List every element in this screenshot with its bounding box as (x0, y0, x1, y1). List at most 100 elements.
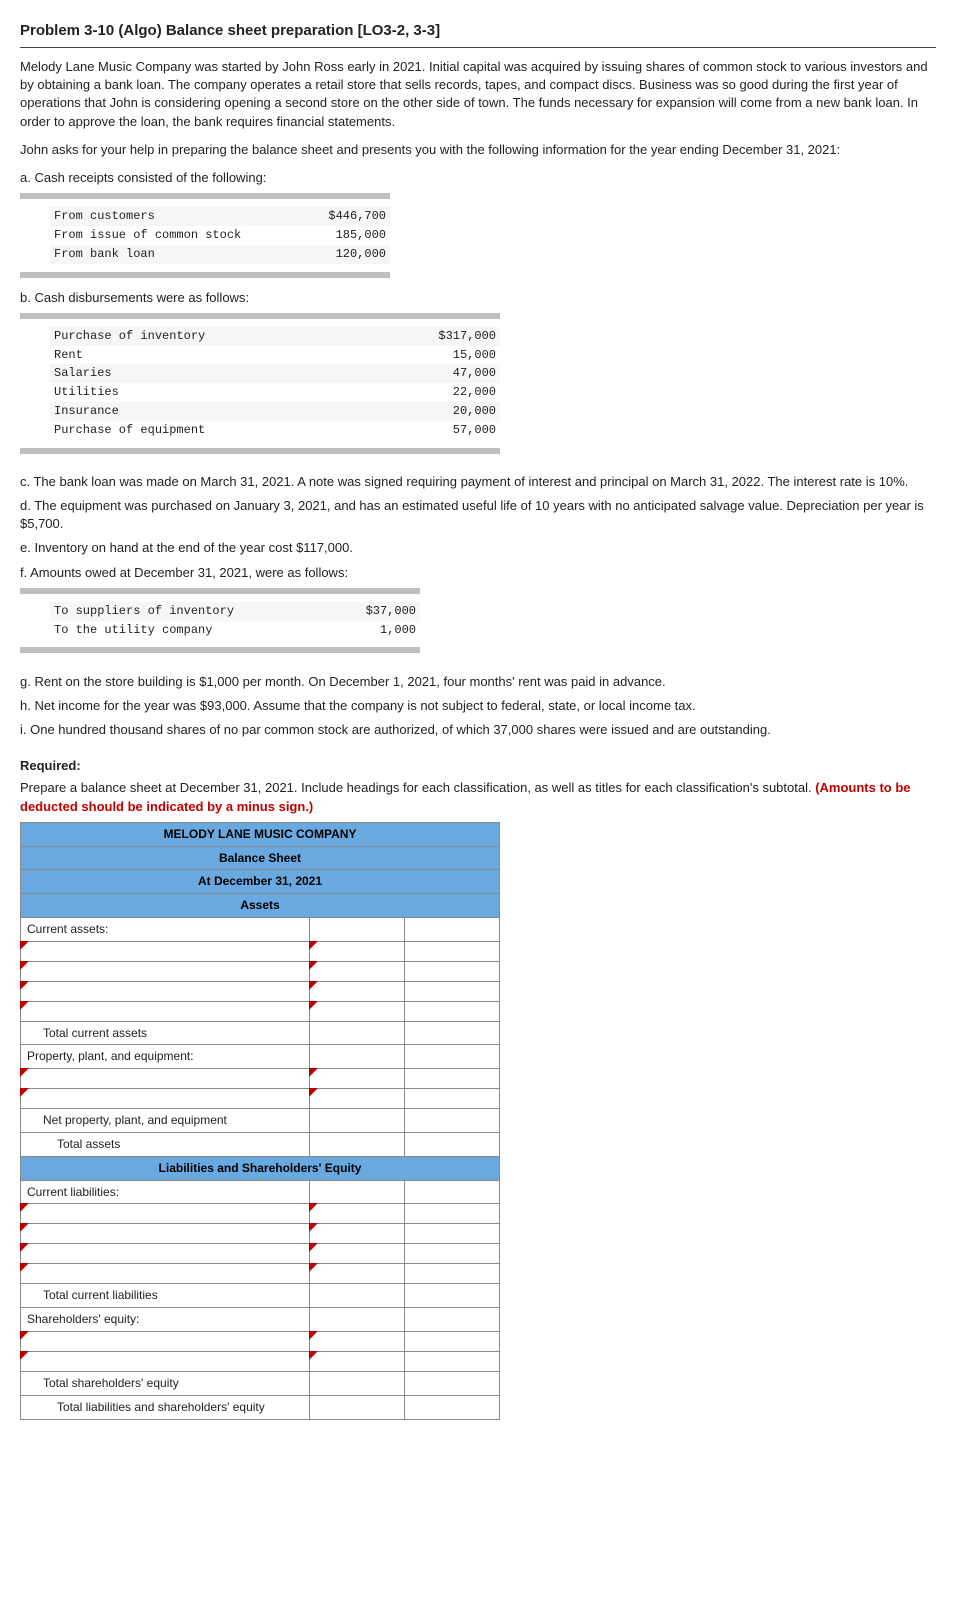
bs-total-current-liab: Total current liabilities (21, 1284, 310, 1308)
table-row-value: 22,000 (369, 383, 500, 402)
bs-input-cell[interactable] (310, 1264, 405, 1284)
bs-cell[interactable] (310, 917, 405, 941)
bs-total-current-assets: Total current assets (21, 1021, 310, 1045)
table-row-label: Salaries (50, 364, 369, 383)
item-a-intro: a. Cash receipts consisted of the follow… (20, 169, 936, 187)
bs-cell[interactable] (310, 1284, 405, 1308)
bs-cell[interactable] (405, 1021, 500, 1045)
bs-cell[interactable] (405, 941, 500, 961)
table-row-label: To suppliers of inventory (50, 602, 332, 621)
bs-date: At December 31, 2021 (21, 870, 500, 894)
table-row-label: Purchase of equipment (50, 421, 369, 440)
bs-input-cell[interactable] (21, 1352, 310, 1372)
bs-cell[interactable] (310, 1109, 405, 1133)
bs-cell[interactable] (405, 961, 500, 981)
bs-total-se: Total shareholders' equity (21, 1372, 310, 1396)
table-row-label: Purchase of inventory (50, 327, 369, 346)
bs-cell[interactable] (405, 1089, 500, 1109)
table-row-value: 47,000 (369, 364, 500, 383)
table-row-value: 120,000 (304, 245, 390, 264)
bs-cell[interactable] (405, 1224, 500, 1244)
bs-input-cell[interactable] (21, 1332, 310, 1352)
bs-cell[interactable] (405, 1372, 500, 1396)
intro-paragraph-2: John asks for your help in preparing the… (20, 141, 936, 159)
bs-cell[interactable] (405, 1284, 500, 1308)
bs-cell[interactable] (405, 1133, 500, 1157)
item-d: d. The equipment was purchased on Januar… (20, 497, 936, 533)
bs-cell[interactable] (405, 917, 500, 941)
bs-lse-heading: Liabilities and Shareholders' Equity (21, 1156, 500, 1180)
table-row-label: To the utility company (50, 621, 332, 640)
bs-input-cell[interactable] (310, 1204, 405, 1224)
required-label: Required: (20, 757, 936, 775)
bs-input-cell[interactable] (21, 1069, 310, 1089)
table-row-label: Insurance (50, 402, 369, 421)
item-h: h. Net income for the year was $93,000. … (20, 697, 936, 715)
table-row-value: 57,000 (369, 421, 500, 440)
bs-input-cell[interactable] (310, 1352, 405, 1372)
bs-input-cell[interactable] (310, 961, 405, 981)
bs-cell[interactable] (310, 1180, 405, 1204)
bs-input-cell[interactable] (310, 1001, 405, 1021)
bs-cell[interactable] (310, 1372, 405, 1396)
bs-input-cell[interactable] (21, 1001, 310, 1021)
bs-input-cell[interactable] (21, 1244, 310, 1264)
bs-net-ppe: Net property, plant, and equipment (21, 1109, 310, 1133)
bs-input-cell[interactable] (21, 961, 310, 981)
item-i: i. One hundred thousand shares of no par… (20, 721, 936, 739)
bs-se-label: Shareholders' equity: (21, 1308, 310, 1332)
table-row-value: 1,000 (332, 621, 420, 640)
table-row-label: From customers (50, 207, 304, 226)
bs-company: MELODY LANE MUSIC COMPANY (21, 822, 500, 846)
bs-input-cell[interactable] (21, 1089, 310, 1109)
bs-cell[interactable] (405, 1180, 500, 1204)
bs-cell[interactable] (310, 1021, 405, 1045)
bs-cell[interactable] (405, 1069, 500, 1089)
item-f: f. Amounts owed at December 31, 2021, we… (20, 564, 936, 582)
amounts-owed-table: To suppliers of inventory$37,000 To the … (50, 602, 420, 640)
bs-input-cell[interactable] (310, 1069, 405, 1089)
bs-cell[interactable] (405, 1308, 500, 1332)
bs-title: Balance Sheet (21, 846, 500, 870)
bs-input-cell[interactable] (21, 1224, 310, 1244)
table-row-label: From bank loan (50, 245, 304, 264)
bs-cell[interactable] (405, 1001, 500, 1021)
bs-input-cell[interactable] (21, 1264, 310, 1284)
item-b-intro: b. Cash disbursements were as follows: (20, 289, 936, 307)
bs-cell[interactable] (310, 1395, 405, 1419)
bs-cell[interactable] (405, 981, 500, 1001)
item-e: e. Inventory on hand at the end of the y… (20, 539, 936, 557)
bs-input-cell[interactable] (310, 1244, 405, 1264)
bs-input-cell[interactable] (310, 941, 405, 961)
bs-input-cell[interactable] (310, 1089, 405, 1109)
bs-cell[interactable] (405, 1352, 500, 1372)
bs-cell[interactable] (405, 1244, 500, 1264)
bs-input-cell[interactable] (21, 941, 310, 961)
bs-cell[interactable] (405, 1204, 500, 1224)
bs-cell[interactable] (310, 1308, 405, 1332)
bs-cell[interactable] (405, 1109, 500, 1133)
bs-input-cell[interactable] (310, 1332, 405, 1352)
bs-cell[interactable] (405, 1332, 500, 1352)
cash-disbursements-table: Purchase of inventory$317,000 Rent15,000… (50, 327, 500, 440)
table-row-value: $37,000 (332, 602, 420, 621)
table-row-value: 15,000 (369, 346, 500, 365)
bs-input-cell[interactable] (21, 981, 310, 1001)
bs-cell[interactable] (310, 1133, 405, 1157)
table-row-label: Rent (50, 346, 369, 365)
table-row-value: 185,000 (304, 226, 390, 245)
bs-input-cell[interactable] (21, 1204, 310, 1224)
bs-current-liab-label: Current liabilities: (21, 1180, 310, 1204)
bs-cell[interactable] (405, 1264, 500, 1284)
table-row-label: Utilities (50, 383, 369, 402)
bs-current-assets-label: Current assets: (21, 917, 310, 941)
bs-cell[interactable] (310, 1045, 405, 1069)
table-row-value: $446,700 (304, 207, 390, 226)
bs-input-cell[interactable] (310, 981, 405, 1001)
problem-title: Problem 3-10 (Algo) Balance sheet prepar… (20, 20, 936, 48)
item-c: c. The bank loan was made on March 31, 2… (20, 473, 936, 491)
bs-input-cell[interactable] (310, 1224, 405, 1244)
balance-sheet-table: MELODY LANE MUSIC COMPANY Balance Sheet … (20, 822, 500, 1420)
bs-cell[interactable] (405, 1395, 500, 1419)
bs-cell[interactable] (405, 1045, 500, 1069)
